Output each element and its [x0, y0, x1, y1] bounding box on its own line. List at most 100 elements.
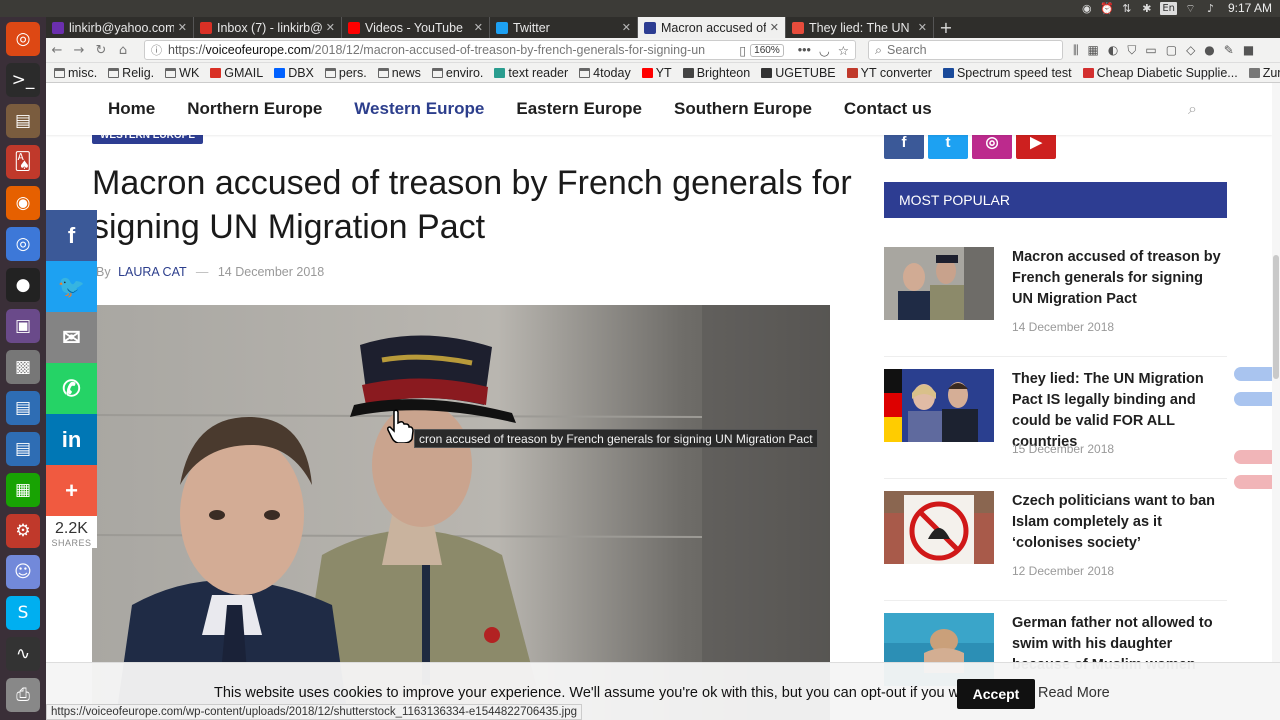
home-icon[interactable]: ⌂: [112, 43, 134, 58]
bookmark-item[interactable]: misc.: [54, 66, 97, 80]
keyboard-layout-icon[interactable]: En: [1160, 1, 1177, 15]
writer-doc-icon[interactable]: ▤: [6, 432, 40, 466]
facebook-share-button[interactable]: f: [46, 210, 97, 261]
tab-close-icon[interactable]: ✕: [326, 21, 335, 34]
browser-tab[interactable]: linkirb@yahoo.com ✕: [46, 17, 194, 38]
browser-tab[interactable]: Macron accused of tr ✕: [638, 17, 786, 38]
transfer-icon[interactable]: ⇅: [1120, 2, 1133, 15]
new-tab-button[interactable]: +: [934, 17, 958, 38]
wifi-icon[interactable]: ⌔: [1184, 2, 1197, 15]
cookie-read-more-link[interactable]: Read More: [1038, 685, 1110, 701]
popular-thumbnail[interactable]: [884, 491, 994, 564]
browser-tab[interactable]: They lied: The UN M ✕: [786, 17, 934, 38]
page-actions-icon[interactable]: •••: [798, 43, 811, 57]
library-icon[interactable]: ⫼: [1073, 43, 1079, 58]
popular-title[interactable]: Macron accused of treason by French gene…: [1012, 247, 1227, 310]
popular-item[interactable]: Czech politicians want to ban Islam comp…: [884, 491, 1227, 601]
bookmark-item[interactable]: news: [377, 66, 421, 80]
volume-icon[interactable]: ♪: [1204, 2, 1217, 15]
search-input[interactable]: ⌕ Search: [868, 40, 1063, 60]
browser-tab[interactable]: Videos - YouTube ✕: [342, 17, 490, 38]
sidebar-icon[interactable]: ▭: [1145, 43, 1156, 58]
privacy-icon[interactable]: ●: [1204, 43, 1214, 58]
reload-icon[interactable]: ↻: [90, 43, 112, 58]
screenshot-ext-icon[interactable]: ▢: [1166, 43, 1177, 58]
nav-item[interactable]: Eastern Europe: [516, 99, 642, 119]
browser-tab[interactable]: Inbox (7) - linkirb@g ✕: [194, 17, 342, 38]
author-link[interactable]: LAURA CAT: [118, 265, 186, 279]
bookmark-item[interactable]: Cheap Diabetic Supplie...: [1082, 66, 1238, 80]
tab-close-icon[interactable]: ✕: [622, 21, 631, 34]
bookmark-item[interactable]: WK: [165, 66, 199, 80]
alarm-icon[interactable]: ⏰: [1100, 2, 1114, 15]
nav-item[interactable]: Home: [108, 99, 155, 119]
popular-title[interactable]: Czech politicians want to ban Islam comp…: [1012, 491, 1227, 554]
video-editor-icon[interactable]: ▣: [6, 309, 40, 343]
skype-icon[interactable]: S: [6, 596, 40, 630]
address-bar[interactable]: ⓘ https:// voiceofeurope.com /2018/12/ma…: [144, 40, 856, 60]
zoom-level[interactable]: 160%: [750, 43, 784, 57]
container-icon[interactable]: ◇: [1186, 43, 1195, 58]
linkedin-share-button[interactable]: in: [46, 414, 97, 465]
twitter-share-button[interactable]: 🐦: [46, 261, 97, 312]
browser-tab[interactable]: Twitter ✕: [490, 17, 638, 38]
cookie-accept-button[interactable]: Accept: [957, 679, 1035, 709]
bookmark-item[interactable]: pers.: [324, 66, 367, 80]
page-scrollbar[interactable]: [1272, 83, 1280, 720]
writer-icon[interactable]: ▤: [6, 391, 40, 425]
cards-game-icon[interactable]: 🂡: [6, 145, 40, 179]
popular-item[interactable]: They lied: The UN Migration Pact IS lega…: [884, 369, 1227, 479]
adblock-icon[interactable]: ◐: [1108, 43, 1118, 58]
back-icon[interactable]: ←: [46, 43, 68, 58]
printer-icon[interactable]: ⎙: [6, 678, 40, 712]
menu-icon[interactable]: ■: [1243, 43, 1254, 58]
bookmark-item[interactable]: DBX: [274, 66, 314, 80]
site-search-icon[interactable]: ⌕: [1188, 99, 1206, 118]
nav-item[interactable]: Southern Europe: [674, 99, 812, 119]
system-monitor-icon[interactable]: ∿: [6, 637, 40, 671]
firefox-icon[interactable]: ◉: [6, 186, 40, 220]
screenshot-icon[interactable]: ▩: [6, 350, 40, 384]
pocket-icon[interactable]: ◡: [819, 43, 830, 58]
clock[interactable]: 9:17 AM: [1228, 1, 1272, 15]
chromium-icon[interactable]: ◎: [6, 227, 40, 261]
nav-item[interactable]: Contact us: [844, 99, 932, 119]
files-icon[interactable]: ▤: [6, 104, 40, 138]
scrollbar-thumb[interactable]: [1273, 255, 1279, 379]
article-hero-image[interactable]: [92, 305, 830, 720]
pen-icon[interactable]: ✎: [1224, 43, 1234, 58]
bookmark-item[interactable]: Brighteon: [682, 66, 750, 80]
firefox-tray-icon[interactable]: ◉: [1080, 2, 1093, 15]
bookmark-item[interactable]: enviro.: [431, 66, 483, 80]
bookmark-item[interactable]: YT converter: [846, 66, 932, 80]
tab-close-icon[interactable]: ✕: [474, 21, 483, 34]
popular-thumbnail[interactable]: [884, 247, 994, 320]
obs-icon[interactable]: ●: [6, 268, 40, 302]
bookmark-item[interactable]: 4today: [579, 66, 631, 80]
extension-badge-icon[interactable]: ▦: [1088, 43, 1099, 58]
discord-icon[interactable]: ☺: [6, 555, 40, 589]
bookmark-item[interactable]: UGETUBE: [761, 66, 836, 80]
popular-thumbnail[interactable]: [884, 369, 994, 442]
shield-icon[interactable]: ⛉: [1127, 43, 1136, 58]
bookmark-item[interactable]: YT: [641, 66, 672, 80]
site-info-icon[interactable]: ⓘ: [151, 42, 162, 58]
ubuntu-logo-icon[interactable]: ◎: [6, 22, 40, 56]
bookmark-item[interactable]: GMAIL: [210, 66, 263, 80]
bookmark-star-icon[interactable]: ☆: [838, 43, 849, 58]
terminal-icon[interactable]: >_: [6, 63, 40, 97]
popular-item[interactable]: Macron accused of treason by French gene…: [884, 247, 1227, 357]
tab-close-icon[interactable]: ✕: [178, 21, 187, 34]
bookmark-item[interactable]: Spectrum speed test: [942, 66, 1072, 80]
settings-icon[interactable]: ⚙: [6, 514, 40, 548]
calc-icon[interactable]: ▦: [6, 473, 40, 507]
more-share-button[interactable]: +: [46, 465, 97, 516]
email-share-button[interactable]: ✉: [46, 312, 97, 363]
tab-close-icon[interactable]: ✕: [918, 21, 927, 34]
bookmark-item[interactable]: Relig.: [108, 66, 154, 80]
popular-title[interactable]: They lied: The UN Migration Pact IS lega…: [1012, 369, 1227, 453]
nav-item[interactable]: Northern Europe: [187, 99, 322, 119]
whatsapp-share-button[interactable]: ✆: [46, 363, 97, 414]
bookmark-item[interactable]: Zum mist: [1248, 66, 1280, 80]
bookmark-item[interactable]: text reader: [494, 66, 568, 80]
